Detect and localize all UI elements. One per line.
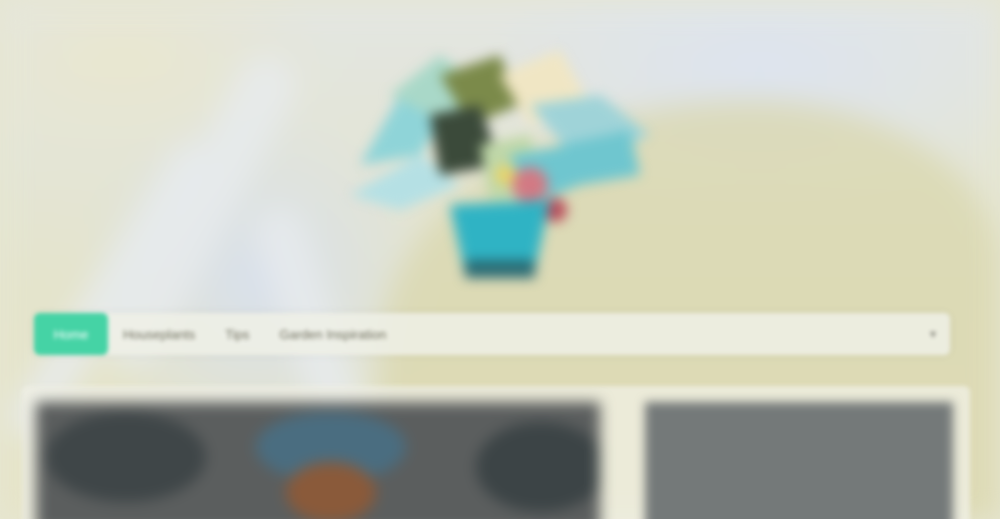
featured-post-image[interactable] (36, 402, 600, 519)
nav-item-houseplants[interactable]: Houseplants (108, 313, 210, 355)
page: Home Houseplants Tips Garden Inspiration… (0, 0, 1000, 519)
main-navigation: Home Houseplants Tips Garden Inspiration… (34, 313, 950, 355)
nav-item-home[interactable]: Home (34, 313, 108, 355)
chevron-down-icon[interactable]: ▾ (926, 327, 940, 341)
plant-pot-logo-icon[interactable] (330, 35, 660, 290)
nav-item-garden-inspiration[interactable]: Garden Inspiration (264, 313, 401, 355)
sidebar-post-image[interactable] (645, 402, 953, 519)
nav-item-tips[interactable]: Tips (210, 313, 264, 355)
